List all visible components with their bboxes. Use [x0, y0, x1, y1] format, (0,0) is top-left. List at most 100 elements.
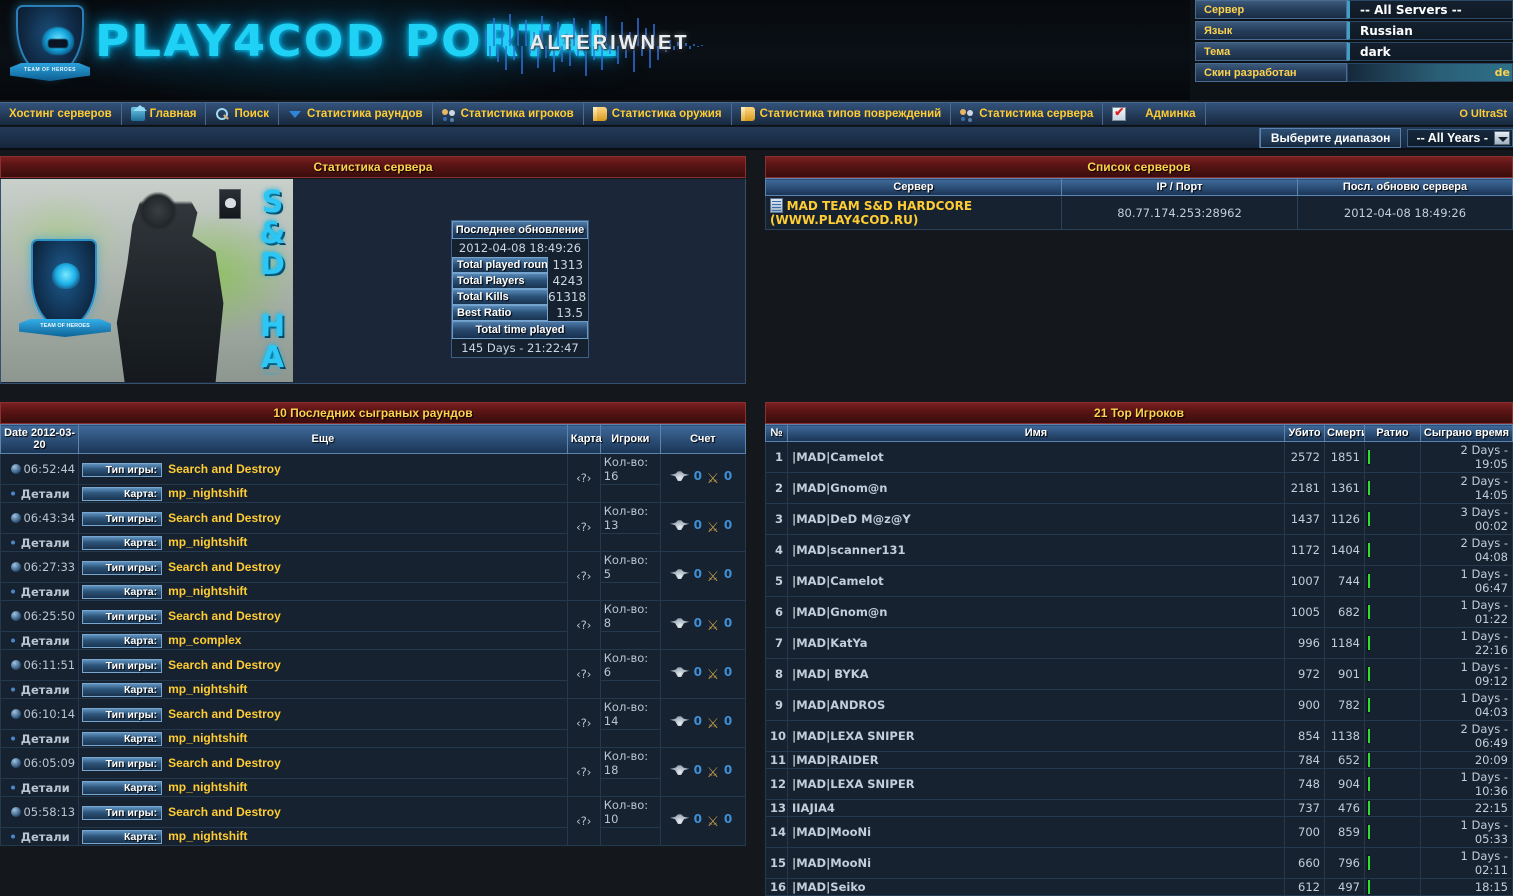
cell-player-name[interactable]: |MAD| BYKA — [787, 658, 1285, 690]
cell-player-name[interactable]: |MAD|DeD M@z@Y — [787, 503, 1285, 535]
nav-item-admin[interactable]: Админка — [1103, 103, 1206, 125]
table-row[interactable]: 8 |MAD| BYKA 972 901 1 Days - 09:12 — [765, 658, 1513, 690]
cell-round-details[interactable]: • Детали — [0, 582, 80, 601]
cell-round-details[interactable]: • Детали — [0, 631, 80, 650]
col-header-players[interactable]: Игроки — [599, 424, 661, 454]
setting-value-skin-author[interactable]: de — [1347, 63, 1513, 82]
col-header-date[interactable]: Date 2012-03-20 — [0, 424, 80, 454]
table-row[interactable]: • Детали Карта: mp_nightshift — [0, 827, 746, 846]
table-row[interactable]: • Детали Карта: mp_complex — [0, 631, 746, 650]
table-row[interactable]: 14 |MAD|MooNi 700 859 1 Days - 05:33 — [765, 816, 1513, 848]
table-row[interactable]: 06:11:51 Тип игры: Search and Destroy ‹?› Ко… — [0, 649, 747, 699]
last-rounds-table: Date 2012-03-20 Еще Карта Игроки Счет 06… — [0, 424, 747, 846]
setting-value-server[interactable]: -- All Servers -- — [1347, 0, 1513, 19]
cell-player-name[interactable]: |MAD|KatYa — [787, 627, 1285, 659]
nav-item-search[interactable]: Поиск — [206, 103, 279, 125]
col-header-name[interactable]: Имя — [787, 424, 1285, 442]
table-row[interactable]: 06:52:44 Тип игры: Search and Destroy ‹?› Ко… — [0, 453, 747, 503]
table-row[interactable]: 15 |MAD|MooNi 660 796 1 Days - 02:11 — [765, 847, 1513, 879]
table-row[interactable]: • Детали Карта: mp_nightshift — [0, 533, 746, 552]
nav-item-home[interactable]: Главная — [122, 103, 207, 125]
cell-player-name[interactable]: |MAD|LEXA SNIPER — [787, 720, 1285, 752]
table-row[interactable]: • Детали Карта: mp_nightshift — [0, 680, 746, 699]
table-row[interactable]: 7 |MAD|KatYa 996 1184 1 Days - 22:16 — [765, 627, 1513, 659]
cell-player-name[interactable]: IIAJIA4 — [787, 799, 1285, 817]
cell-player-name[interactable]: |MAD|Gnom@n — [787, 472, 1285, 504]
select-range-button[interactable]: Выберите диапазон — [1259, 128, 1402, 148]
table-row[interactable]: 2 |MAD|Gnom@n 2181 1361 2 Days - 14:05 — [765, 472, 1513, 504]
table-row[interactable]: 5 |MAD|Camelot 1007 744 1 Days - 06:47 — [765, 565, 1513, 597]
cell-round-map-icon[interactable]: ‹?› — [566, 600, 601, 650]
nav-item-player-stats[interactable]: Статистика игроков — [433, 103, 584, 125]
table-row[interactable]: 6 |MAD|Gnom@n 1005 682 1 Days - 01:22 — [765, 596, 1513, 628]
col-header-kills[interactable]: Убито — [1284, 424, 1325, 442]
table-row[interactable]: • Детали Карта: mp_nightshift — [0, 484, 746, 503]
cell-round-map-icon[interactable]: ‹?› — [566, 747, 601, 797]
cell-round-map-icon[interactable]: ‹?› — [566, 796, 601, 846]
nav-item-damage-stats[interactable]: Статистика типов повреждений — [732, 103, 952, 125]
col-header-last-update[interactable]: Посл. обновю сервера — [1297, 178, 1513, 196]
cell-round-details[interactable]: • Детали — [0, 729, 80, 748]
cell-round-map-icon[interactable]: ‹?› — [566, 698, 601, 748]
cell-round-details[interactable]: • Детали — [0, 680, 80, 699]
table-row[interactable]: 11 |MAD|RAIDER 784 652 20:09 — [765, 751, 1513, 769]
cell-player-name[interactable]: |MAD|ANDROS — [787, 689, 1285, 721]
setting-value-theme[interactable]: dark — [1347, 42, 1513, 61]
col-header-deaths[interactable]: Смерти — [1324, 424, 1365, 442]
chevron-down-icon[interactable] — [1494, 131, 1510, 145]
cell-round-map-icon[interactable]: ‹?› — [566, 551, 601, 601]
cell-round-map-icon[interactable]: ‹?› — [566, 453, 601, 503]
table-row[interactable]: 06:43:34 Тип игры: Search and Destroy ‹?› Ко… — [0, 502, 747, 552]
hero-image: TEAM OF HEROES S&D HARD — [1, 179, 293, 382]
setting-value-language[interactable]: Russian — [1347, 21, 1513, 40]
cell-round-map-icon[interactable]: ‹?› — [566, 649, 601, 699]
col-header-map[interactable]: Карта — [566, 424, 602, 454]
col-header-score[interactable]: Счет — [659, 424, 747, 454]
cell-player-name[interactable]: |MAD|MooNi — [787, 816, 1285, 848]
nav-item-server-stats[interactable]: Статистика сервера — [951, 103, 1104, 125]
cell-player-name[interactable]: |MAD|scanner131 — [787, 534, 1285, 566]
table-row[interactable]: • Детали Карта: mp_nightshift — [0, 778, 746, 797]
cell-player-name[interactable]: |MAD|Camelot — [787, 441, 1285, 473]
table-row[interactable]: 06:05:09 Тип игры: Search and Destroy ‹?› Ко… — [0, 747, 747, 797]
table-row[interactable]: 06:25:50 Тип игры: Search and Destroy ‹?› Ко… — [0, 600, 747, 650]
cell-player-name[interactable]: |MAD|Seiko — [787, 878, 1285, 896]
cell-player-name[interactable]: |MAD|Gnom@n — [787, 596, 1285, 628]
table-row[interactable]: 4 |MAD|scanner131 1172 1404 2 Days - 04:08 — [765, 534, 1513, 566]
table-row[interactable]: 12 |MAD|LEXA SNIPER 748 904 1 Days - 10:36 — [765, 768, 1513, 800]
col-header-ratio[interactable]: Ратио — [1364, 424, 1421, 442]
cell-player-rank: 2 — [765, 472, 788, 504]
cell-round-map-icon[interactable]: ‹?› — [566, 502, 601, 552]
col-header-rank[interactable]: № — [765, 424, 788, 442]
cell-player-name[interactable]: |MAD|MooNi — [787, 847, 1285, 879]
table-row[interactable]: • Детали Карта: mp_nightshift — [0, 582, 746, 601]
table-row[interactable]: 9 |MAD|ANDROS 900 782 1 Days - 04:03 — [765, 689, 1513, 721]
year-range-select[interactable]: -- All Years - — [1407, 129, 1513, 147]
table-row[interactable]: 3 |MAD|DeD M@z@Y 1437 1126 3 Days - 00:02 — [765, 503, 1513, 535]
table-row[interactable]: 06:10:14 Тип игры: Search and Destroy ‹?› Ко… — [0, 698, 747, 748]
cell-player-name[interactable]: |MAD|LEXA SNIPER — [787, 768, 1285, 800]
bullet-icon: • — [9, 682, 17, 697]
cell-round-details[interactable]: • Детали — [0, 484, 80, 503]
col-header-server[interactable]: Сервер — [765, 178, 1062, 196]
nav-item-hosting[interactable]: Хостинг серверов — [0, 103, 122, 125]
col-header-more[interactable]: Еще — [78, 424, 568, 454]
table-row[interactable]: 10 |MAD|LEXA SNIPER 854 1138 2 Days - 06:49 — [765, 720, 1513, 752]
cell-round-details[interactable]: • Детали — [0, 533, 80, 552]
table-row[interactable]: • Детали Карта: mp_nightshift — [0, 729, 746, 748]
table-row[interactable]: 13 IIAJIA4 737 476 22:15 — [765, 799, 1513, 817]
cell-player-name[interactable]: |MAD|RAIDER — [787, 751, 1285, 769]
table-row[interactable]: 05:58:13 Тип игры: Search and Destroy ‹?› Ко… — [0, 796, 747, 846]
nav-item-rounds-stats[interactable]: Статистика раундов — [279, 103, 433, 125]
table-row[interactable]: 16 |MAD|Seiko 612 497 18:15 — [765, 878, 1513, 896]
cell-round-details[interactable]: • Детали — [0, 827, 80, 846]
server-name-link[interactable]: MAD TEAM S&D HARDCORE (WWW.PLAY4COD.RU) — [770, 199, 972, 227]
col-header-ip-port[interactable]: IP / Порт — [1061, 178, 1298, 196]
cell-player-name[interactable]: |MAD|Camelot — [787, 565, 1285, 597]
nav-item-weapon-stats[interactable]: Статистика оружия — [584, 103, 732, 125]
table-row[interactable]: MAD TEAM S&D HARDCORE (WWW.PLAY4COD.RU) … — [765, 195, 1513, 230]
col-header-time-played[interactable]: Сыграно время — [1420, 424, 1513, 442]
table-row[interactable]: 1 |MAD|Camelot 2572 1851 2 Days - 19:05 — [765, 441, 1513, 473]
table-row[interactable]: 06:27:33 Тип игры: Search and Destroy ‹?› Ко… — [0, 551, 747, 601]
cell-round-details[interactable]: • Детали — [0, 778, 80, 797]
